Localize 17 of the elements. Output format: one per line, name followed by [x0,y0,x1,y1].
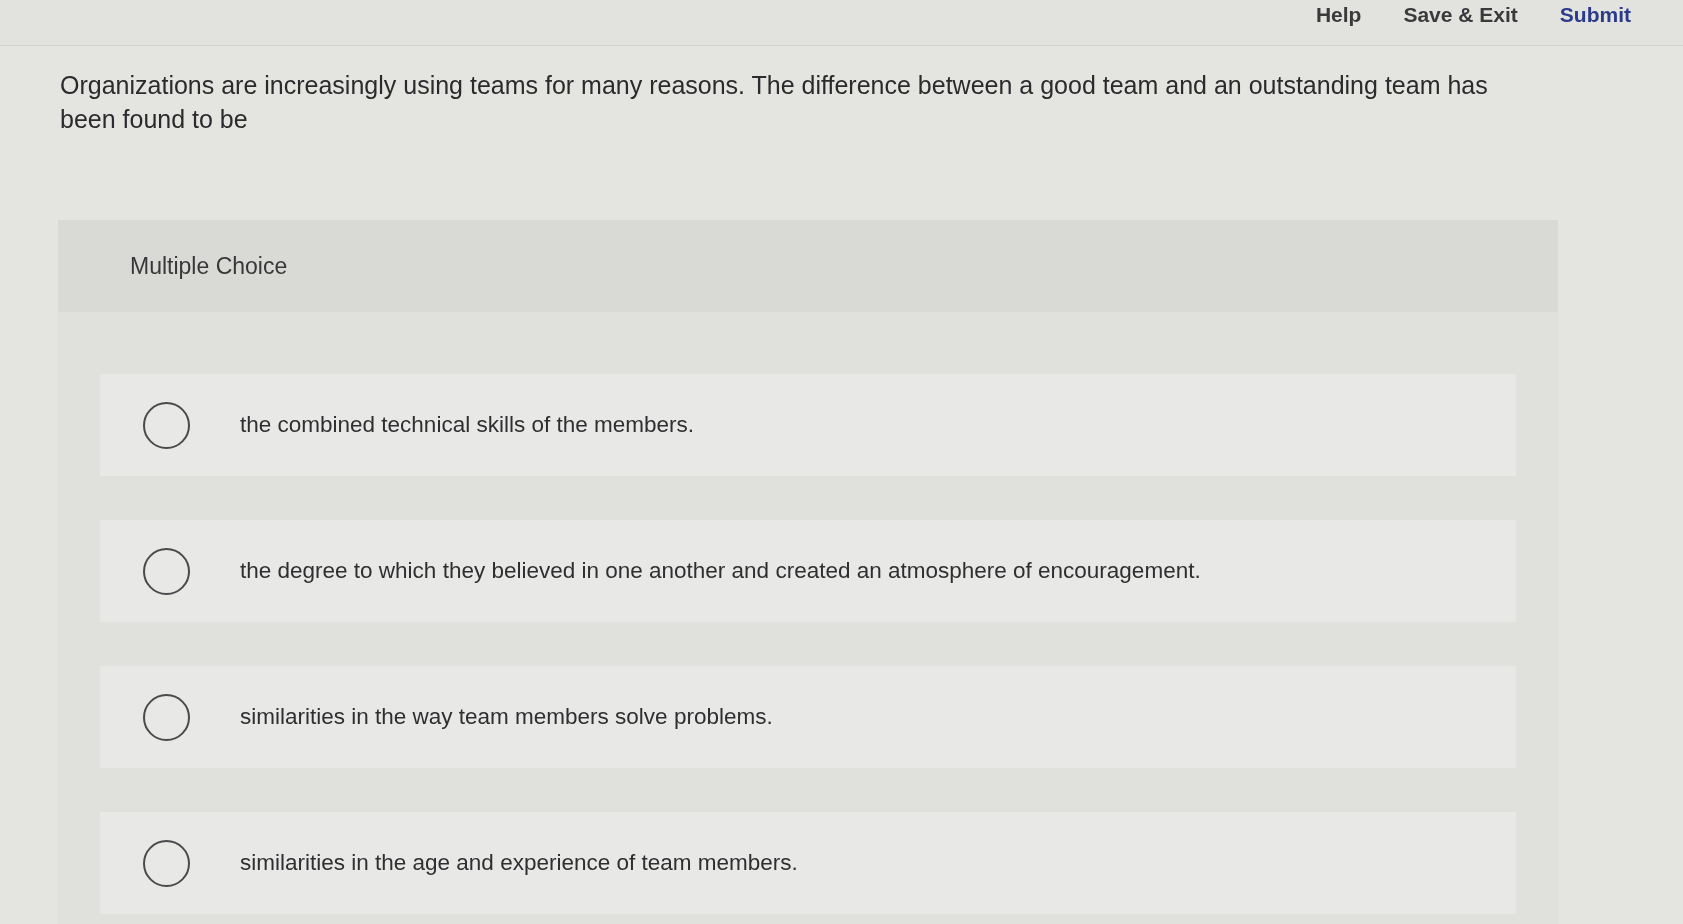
radio-button[interactable] [143,547,190,595]
radio-button[interactable] [143,693,190,741]
radio-button[interactable] [143,401,190,449]
answer-option[interactable]: similarities in the age and experience of team members. [100,812,1516,914]
answer-option[interactable]: similarities in the way team members solve problems. [100,666,1516,768]
radio-button[interactable] [143,839,190,887]
option-text: similarities in the way team members solve problems. [240,703,773,732]
option-text: the degree to which they believed in one another and created an atmosphere of encouragement. [240,557,1201,586]
header-link[interactable]: Save & Exit [1403,0,1518,28]
header-link[interactable]: Help [1315,0,1362,28]
question-text: Organizations are increasingly using teams for many reasons. The difference between a good team and an outstanding team has been found to be [60,70,1489,135]
option-text: similarities in the age and experience of team members. [240,849,798,878]
answer-option[interactable]: the combined technical skills of the members. [100,374,1516,476]
answer-option[interactable]: the degree to which they believed in one another and created an atmosphere of encouragement. [100,520,1516,622]
question-type-label: Multiple Choice [130,251,288,281]
submit-link[interactable]: Submit [1559,0,1631,28]
option-text: the combined technical skills of the members. [240,411,694,440]
